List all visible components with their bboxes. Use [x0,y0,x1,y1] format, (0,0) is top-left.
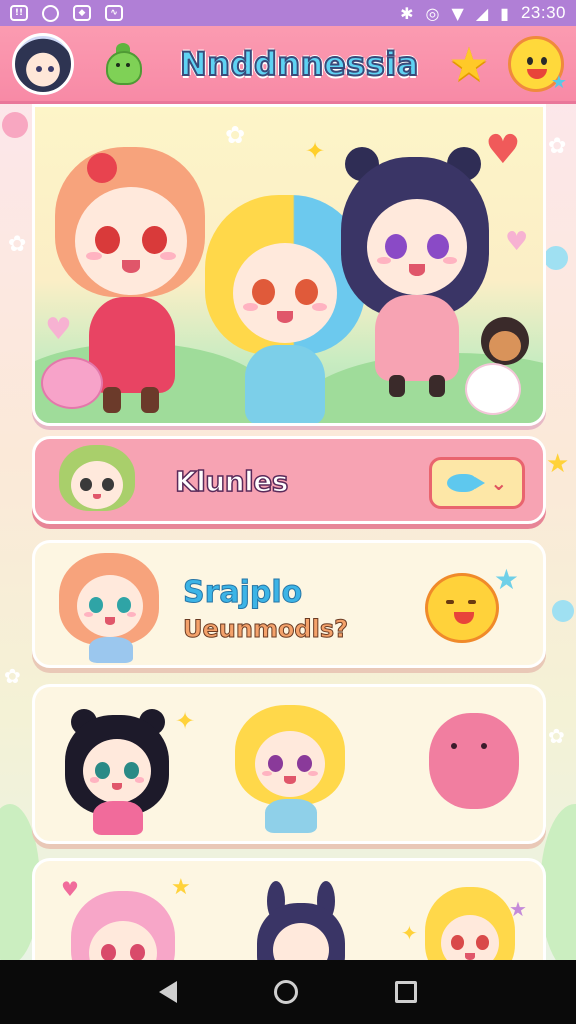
battery-icon: ▮ [500,3,509,23]
pink-hair-girl-character [71,891,175,960]
star-decoration: ★ [546,449,570,479]
flower-decoration: ✿ [548,724,565,748]
bubble-decoration [544,246,568,270]
list-card-characters[interactable]: ✦ [32,684,546,844]
list-card-srajplo[interactable]: Srajplo Ueunmodls? ★ [32,540,546,668]
back-icon[interactable] [158,981,177,1003]
mail-icon: ∿ [105,5,123,21]
sparkle-decoration: ✦ [401,921,418,945]
sparkle-decoration: ✦ [305,137,326,165]
app-title: Nnddnnessia [179,44,419,84]
recents-icon[interactable] [395,981,418,1003]
cell-signal-icon: ◢ [475,3,489,23]
yellow-hair-girl-character [425,887,515,960]
card-subtitle: Ueunmodls? [182,615,349,644]
list-card-klunles[interactable]: Klunles ⌄ [32,436,546,524]
status-bar: !! ◆ ∿ ✱ ◎ ▼ ◢ ▮ 23:30 [0,0,576,26]
hero-banner[interactable]: ✿ ✦ ♥ ♥ ♥ [32,104,546,426]
star-decoration: ★ [493,563,519,596]
vibrate-icon: ◎ [425,3,440,23]
bubble-decoration [552,600,574,622]
wifi-icon: ▼ [451,3,464,23]
profile-avatar[interactable] [12,32,74,95]
flower-decoration: ✿ [4,664,21,688]
fish-icon [446,474,485,492]
heart-decoration: ♥ [505,227,529,257]
smiley-icon[interactable]: ★ [508,35,567,93]
star-icon[interactable]: ★ [444,37,494,91]
bluetooth-icon: ✱ [400,3,414,23]
character-red-girl [45,147,215,417]
sparkle-decoration: ✦ [175,707,196,735]
system-nav-bar [0,960,576,1024]
card-title: Klunles [174,464,289,499]
chevron-down-icon: ⌄ [490,471,508,495]
flower-decoration: ✿ [8,232,27,257]
yellow-blob-character [425,573,499,643]
app-icon: ◆ [73,5,91,21]
shield-icon [42,4,59,22]
character-bear-ear-girl [335,147,495,407]
dropdown-select[interactable]: ⌄ [429,457,525,509]
dino-icon[interactable] [102,41,146,87]
bunny-girl-character [251,881,351,960]
bubble-decoration [2,112,28,138]
pink-bear-character [429,713,519,809]
notification-icon: !! [10,5,28,21]
main-feed[interactable]: ✿ ✿ ★ ✿ ✿ ✿ ✦ ♥ ♥ ♥ Klunles ⌄ Srajplo Ue… [0,104,576,960]
list-card-more[interactable]: ♥ ★ ✦ ★ [32,858,546,960]
app-header: Nnddnnessia ★ ★ [0,26,576,104]
bear-ear-girl-character [65,705,169,835]
home-icon[interactable] [273,980,298,1004]
flower-decoration: ✿ [225,121,246,149]
orange-cat-girl-character [59,553,159,663]
status-time: 23:30 [520,3,566,22]
flower-decoration: ✿ [548,134,567,159]
green-cat-character [57,445,137,521]
blonde-girl-character [235,705,345,835]
card-title: Srajplo [182,575,303,611]
